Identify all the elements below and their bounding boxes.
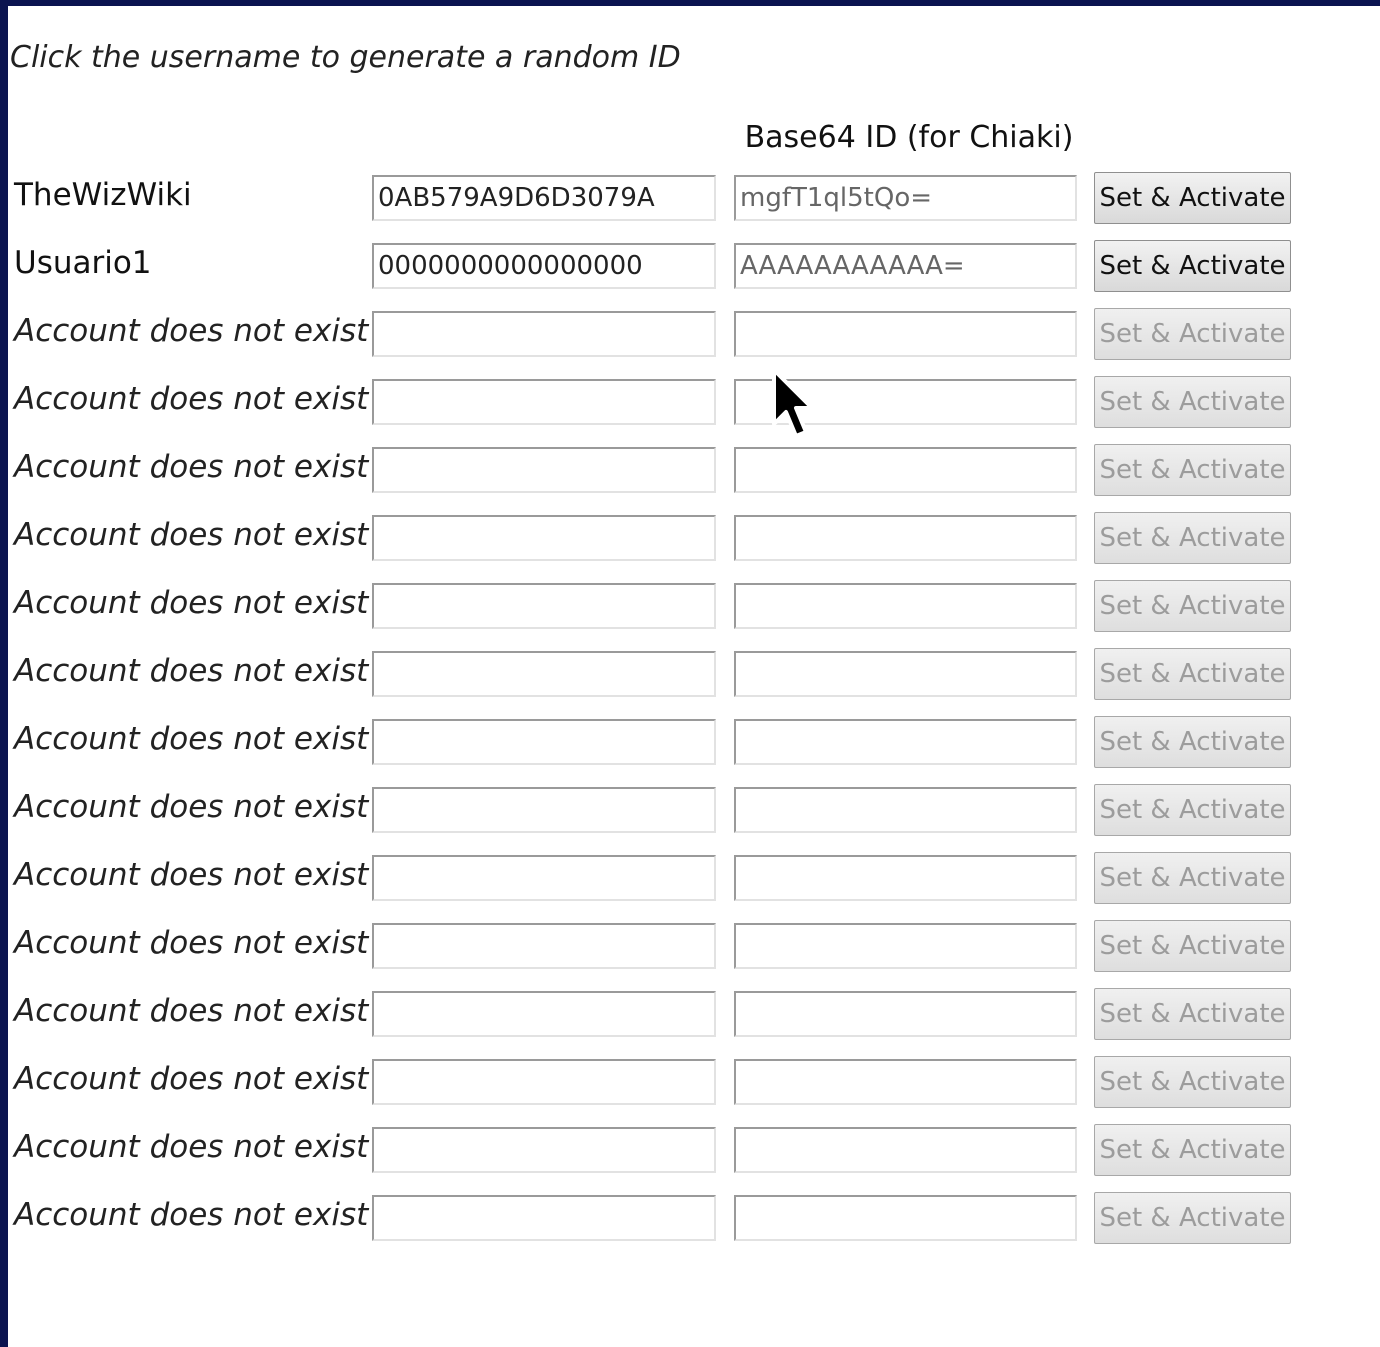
set-activate-button[interactable]: Set & Activate xyxy=(1094,240,1291,292)
set-activate-button[interactable]: Set & Activate xyxy=(1094,648,1291,700)
base64-id-field[interactable] xyxy=(734,855,1077,901)
set-activate-button[interactable]: Set & Activate xyxy=(1094,376,1291,428)
base64-id-field[interactable] xyxy=(734,651,1077,697)
username-label: Account does not exist xyxy=(14,1061,369,1097)
account-row: Account does not exist Set & Activate xyxy=(8,920,1380,972)
hex-id-field[interactable] xyxy=(372,1127,716,1173)
hex-id-field[interactable] xyxy=(372,923,716,969)
username-label: Account does not exist xyxy=(14,381,369,417)
set-activate-button[interactable]: Set & Activate xyxy=(1094,512,1291,564)
account-row: Account does not exist Set & Activate xyxy=(8,648,1380,700)
base64-id-field[interactable] xyxy=(734,787,1077,833)
account-row: Account does not exist Set & Activate xyxy=(8,512,1380,564)
username-label: Account does not exist xyxy=(14,721,369,757)
set-activate-button[interactable]: Set & Activate xyxy=(1094,444,1291,496)
base64-id-field[interactable] xyxy=(734,311,1077,357)
account-row: Account does not exist Set & Activate xyxy=(8,1056,1380,1108)
username-label: Account does not exist xyxy=(14,993,369,1029)
account-row: Account does not exist Set & Activate xyxy=(8,580,1380,632)
base64-id-field[interactable] xyxy=(734,175,1077,221)
username-label: Account does not exist xyxy=(14,925,369,961)
base64-id-field[interactable] xyxy=(734,583,1077,629)
account-row: Account does not exist Set & Activate xyxy=(8,716,1380,768)
account-row: Account does not exist Set & Activate xyxy=(8,444,1380,496)
hex-id-field[interactable] xyxy=(372,651,716,697)
account-row: Account does not exist Set & Activate xyxy=(8,852,1380,904)
account-id-panel: Click the username to generate a random … xyxy=(8,6,1380,1347)
account-row: Account does not exist Set & Activate xyxy=(8,1192,1380,1244)
base64-id-field[interactable] xyxy=(734,923,1077,969)
base64-id-field[interactable] xyxy=(734,243,1077,289)
account-row: TheWizWiki Set & Activate xyxy=(8,172,1380,224)
account-row: Account does not exist Set & Activate xyxy=(8,1124,1380,1176)
base64-id-field[interactable] xyxy=(734,447,1077,493)
instruction-text: Click the username to generate a random … xyxy=(10,40,681,75)
set-activate-button[interactable]: Set & Activate xyxy=(1094,172,1291,224)
username-label: Account does not exist xyxy=(14,517,369,553)
username-label[interactable]: Usuario1 xyxy=(14,245,152,281)
base64-id-field[interactable] xyxy=(734,379,1077,425)
base64-column-header: Base64 ID (for Chiaki) xyxy=(744,120,1074,155)
base64-id-field[interactable] xyxy=(734,991,1077,1037)
hex-id-field[interactable] xyxy=(372,175,716,221)
username-label: Account does not exist xyxy=(14,789,369,825)
set-activate-button[interactable]: Set & Activate xyxy=(1094,308,1291,360)
username-label: Account does not exist xyxy=(14,585,369,621)
set-activate-button[interactable]: Set & Activate xyxy=(1094,1056,1291,1108)
hex-id-field[interactable] xyxy=(372,991,716,1037)
set-activate-button[interactable]: Set & Activate xyxy=(1094,580,1291,632)
hex-id-field[interactable] xyxy=(372,379,716,425)
base64-id-field[interactable] xyxy=(734,1059,1077,1105)
set-activate-button[interactable]: Set & Activate xyxy=(1094,784,1291,836)
username-label: Account does not exist xyxy=(14,653,369,689)
base64-id-field[interactable] xyxy=(734,1195,1077,1241)
base64-id-field[interactable] xyxy=(734,1127,1077,1173)
username-label: Account does not exist xyxy=(14,1129,369,1165)
base64-id-field[interactable] xyxy=(734,515,1077,561)
hex-id-field[interactable] xyxy=(372,1059,716,1105)
username-label[interactable]: TheWizWiki xyxy=(14,177,192,213)
account-row: Account does not exist Set & Activate xyxy=(8,308,1380,360)
set-activate-button[interactable]: Set & Activate xyxy=(1094,716,1291,768)
set-activate-button[interactable]: Set & Activate xyxy=(1094,920,1291,972)
hex-id-field[interactable] xyxy=(372,787,716,833)
base64-id-field[interactable] xyxy=(734,719,1077,765)
hex-id-field[interactable] xyxy=(372,719,716,765)
username-label: Account does not exist xyxy=(14,313,369,349)
set-activate-button[interactable]: Set & Activate xyxy=(1094,1192,1291,1244)
account-row: Account does not exist Set & Activate xyxy=(8,784,1380,836)
hex-id-field[interactable] xyxy=(372,311,716,357)
set-activate-button[interactable]: Set & Activate xyxy=(1094,988,1291,1040)
set-activate-button[interactable]: Set & Activate xyxy=(1094,1124,1291,1176)
hex-id-field[interactable] xyxy=(372,243,716,289)
username-label: Account does not exist xyxy=(14,449,369,485)
hex-id-field[interactable] xyxy=(372,1195,716,1241)
account-row: Usuario1 Set & Activate xyxy=(8,240,1380,292)
hex-id-field[interactable] xyxy=(372,515,716,561)
account-row: Account does not exist Set & Activate xyxy=(8,376,1380,428)
hex-id-field[interactable] xyxy=(372,583,716,629)
username-label: Account does not exist xyxy=(14,857,369,893)
hex-id-field[interactable] xyxy=(372,447,716,493)
set-activate-button[interactable]: Set & Activate xyxy=(1094,852,1291,904)
username-label: Account does not exist xyxy=(14,1197,369,1233)
account-row: Account does not exist Set & Activate xyxy=(8,988,1380,1040)
hex-id-field[interactable] xyxy=(372,855,716,901)
